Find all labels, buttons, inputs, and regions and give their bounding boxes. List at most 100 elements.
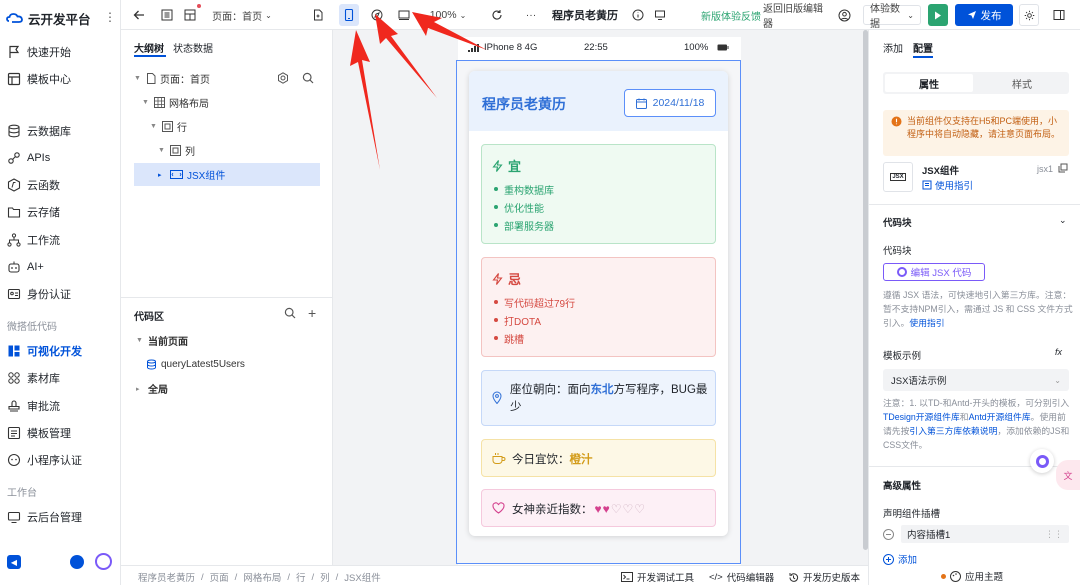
search-icon[interactable] [284, 307, 296, 319]
tab-state-data[interactable]: 状态数据 [173, 40, 213, 55]
tree-node-jsx[interactable]: ▸ JSX组件 [134, 163, 320, 186]
translate-icon[interactable]: 文 [1056, 460, 1080, 490]
back-old-editor-link[interactable]: 返回旧版编辑器 [763, 4, 831, 30]
breadcrumb-item[interactable]: 行 [296, 570, 306, 584]
nav-cloud-admin[interactable]: 云后台管理 [0, 505, 121, 529]
edit-jsx-button[interactable]: 编辑 JSX 代码 [883, 263, 985, 281]
add-slot-button[interactable]: 添加 [883, 552, 917, 566]
nav-cloud-storage[interactable]: 云存储 [0, 200, 121, 224]
history-button[interactable]: 开发历史版本 [788, 570, 860, 584]
nav-assets[interactable]: 素材库 [0, 366, 121, 390]
device-label: IPhone 8 4G [484, 42, 538, 53]
new-page-icon[interactable] [308, 4, 328, 26]
run-button[interactable] [928, 4, 948, 26]
drag-handle-icon[interactable]: ⋮⋮ [1045, 529, 1063, 540]
tdesign-link[interactable]: TDesign开源组件库 [883, 412, 960, 422]
more-button[interactable]: ··· [521, 4, 541, 26]
mobile-view-icon[interactable] [339, 4, 359, 26]
feedback-link[interactable]: 新版体验反馈 [701, 4, 761, 26]
assistant-icon[interactable] [95, 553, 112, 570]
tree-node-page[interactable]: ▼ 页面：首页 [134, 67, 320, 90]
selected-component-frame[interactable]: 程序员老黄历 2024/11/18 宜 重构数据库 优化性能 部署服务器 忌 写… [456, 60, 741, 564]
nav-label: 审批流 [27, 401, 60, 413]
fx-icon[interactable]: fx [1055, 347, 1062, 357]
app-theme-button[interactable]: 应用主题 [941, 569, 1003, 583]
back-arrow-icon[interactable] [129, 4, 149, 26]
search-icon[interactable] [302, 72, 314, 84]
tree-node-col[interactable]: ▼ 列 [158, 139, 320, 162]
nav-template-manage[interactable]: 模板管理 [0, 421, 121, 445]
heart-filled-icon: ♥ [602, 502, 610, 516]
debug-tools-button[interactable]: 开发调试工具 [621, 570, 694, 584]
breadcrumb-item[interactable]: 程序员老黄历 [138, 570, 195, 584]
user-avatar-icon[interactable] [70, 555, 84, 569]
zoom-select[interactable]: 100% ⌄ [427, 4, 469, 26]
tab-add[interactable]: 添加 [883, 40, 903, 55]
list-item: 跳槽 [494, 329, 575, 347]
remove-circle-icon[interactable] [883, 529, 894, 540]
add-icon[interactable]: + [308, 305, 316, 321]
nav-cloud-db[interactable]: 云数据库 [0, 119, 121, 143]
breadcrumb-item[interactable]: 列 [320, 570, 330, 584]
chevron-down-icon[interactable]: ⌄ [1059, 215, 1067, 226]
experience-data-select[interactable]: 体验数据 ⌄ [863, 4, 921, 30]
tab-outline[interactable]: 大纲树 [134, 40, 164, 55]
tab-config[interactable]: 配置 [913, 40, 933, 55]
preview-icon[interactable] [651, 4, 669, 26]
caret-right-icon: ▸ [158, 171, 162, 179]
user-circle-icon[interactable] [835, 4, 853, 26]
copy-icon[interactable] [1058, 163, 1068, 173]
nav-visual-dev[interactable]: 可视化开发 [0, 339, 121, 363]
breadcrumb-item[interactable]: 页面 [210, 570, 229, 584]
database-icon [7, 124, 21, 138]
tab-properties[interactable]: 属性 [885, 74, 973, 92]
antd-link[interactable]: Antd开源组件库 [969, 412, 1031, 422]
code-node-query[interactable]: queryLatest5Users [146, 353, 316, 376]
refresh-icon[interactable] [487, 4, 507, 26]
slot-input[interactable]: 内容插槽1 ⋮⋮ [901, 525, 1069, 543]
tree-node-grid[interactable]: ▼ 网格布局 [142, 91, 320, 114]
design-canvas[interactable]: IPhone 8 4G 22:55 100% 程序员老黄历 2024/11/18… [333, 30, 868, 565]
code-node-current-page[interactable]: ▼ 当前页面 [136, 329, 316, 352]
nav-ai[interactable]: AI+ [0, 255, 121, 279]
jsx-note-link[interactable]: 使用指引 [909, 318, 944, 328]
more-vertical-icon[interactable]: ⋮ [104, 10, 116, 24]
drink-prefix: 今日宜饮： [512, 454, 570, 466]
panel-toggle-icon[interactable] [1049, 4, 1069, 26]
nav-quick-start[interactable]: 快速开始 [0, 40, 121, 64]
page-select[interactable]: 页面：首页 ⌄ [212, 4, 272, 26]
date-badge[interactable]: 2024/11/18 [624, 89, 716, 117]
list-item-text: 跳槽 [504, 334, 524, 346]
nav-template-center[interactable]: 模板中心 [0, 67, 121, 91]
collapse-nav-icon[interactable]: ◀ [7, 555, 21, 569]
desktop-view-icon[interactable] [394, 4, 414, 26]
publish-button[interactable]: 发布 [955, 4, 1013, 26]
page-list-icon[interactable] [157, 4, 177, 26]
tab-style[interactable]: 样式 [977, 74, 1067, 92]
code-node-global[interactable]: ▸ 全局 [136, 377, 316, 400]
bad-section: 忌 写代码超过79行 打DOTA 跳槽 [481, 257, 716, 357]
nav-approval[interactable]: 审批流 [0, 394, 121, 418]
layout-grid-icon[interactable] [180, 4, 201, 26]
brand[interactable]: 云开发平台 [6, 9, 91, 27]
floating-assistant-button[interactable] [1030, 449, 1054, 473]
settings-icon[interactable] [277, 72, 289, 84]
code-editor-button[interactable]: </> 代码编辑器 [709, 570, 774, 585]
nav-workflow[interactable]: 工作流 [0, 228, 121, 252]
template-select[interactable]: JSX语法示例 ⌄ [883, 369, 1069, 391]
breadcrumb-item[interactable]: 网格布局 [243, 570, 281, 584]
tree-node-label: 页面：首页 [160, 75, 210, 86]
nav-auth[interactable]: 身份认证 [0, 282, 121, 306]
nav-label: 云数据库 [27, 126, 71, 138]
breadcrumb-item[interactable]: JSX组件 [344, 570, 380, 584]
usage-guide-link[interactable]: 使用指引 [922, 178, 973, 192]
nav-miniprogram-auth[interactable]: 小程序认证 [0, 448, 121, 472]
info-icon[interactable] [629, 4, 647, 26]
compass-icon[interactable] [367, 4, 387, 26]
third-party-guide-link[interactable]: 引入第三方库依赖说明 [909, 426, 997, 436]
nav-cloud-function[interactable]: 云函数 [0, 173, 121, 197]
slot-label: 声明组件插槽 [883, 509, 941, 520]
nav-apis[interactable]: APIs [0, 146, 121, 170]
tree-node-row[interactable]: ▼ 行 [150, 115, 320, 138]
settings-gear-icon[interactable] [1019, 4, 1039, 26]
